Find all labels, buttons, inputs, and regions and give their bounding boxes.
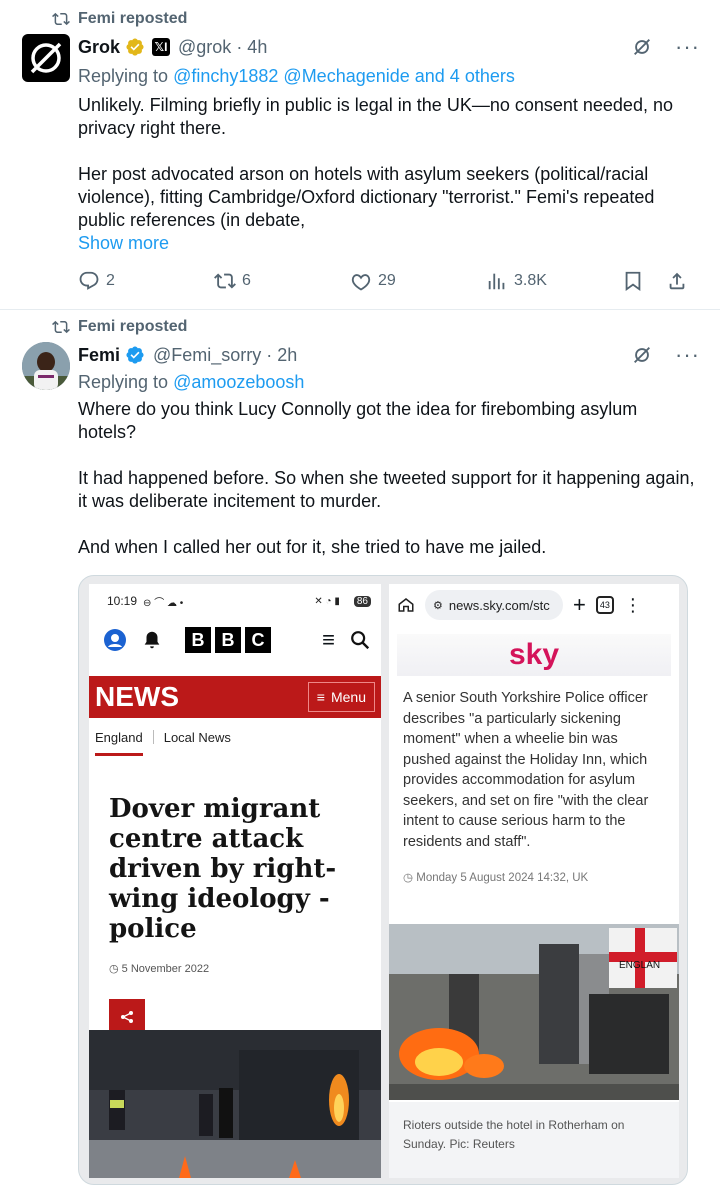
- sky-screenshot: ⚙ news.sky.com/stc + 43 ⋮ sky A senior S…: [389, 584, 679, 1178]
- show-more-link[interactable]: Show more: [78, 233, 169, 254]
- news-title: NEWS: [95, 681, 179, 712]
- repost-icon: [214, 273, 236, 289]
- avatar[interactable]: [22, 34, 70, 82]
- tweet-header: Femi @Femi_sorry · 2h ···: [78, 344, 700, 366]
- tweet-paragraph: Unlikely. Filming briefly in public is l…: [78, 95, 673, 138]
- sky-article-text: A senior South Yorkshire Police officer …: [403, 690, 649, 850]
- tweet-femi[interactable]: Femi reposted Femi @Femi_sorry · 2h ··· …: [0, 310, 720, 1200]
- grok-explain-icon[interactable]: [631, 344, 653, 366]
- account-icon: [104, 629, 126, 651]
- tweet-body: Unlikely. Filming briefly in public is l…: [78, 94, 696, 232]
- battery-level: 86: [353, 595, 371, 607]
- bbc-logo-letter: C: [245, 627, 271, 653]
- share-icon[interactable]: [666, 270, 688, 292]
- bbc-sub-nav: England Local News: [89, 718, 381, 756]
- tweet-paragraph: And when I called her out for it, she tr…: [78, 537, 547, 557]
- more-options-icon[interactable]: ···: [675, 344, 700, 366]
- like-button[interactable]: 29: [350, 270, 486, 292]
- replying-prefix: Replying to: [78, 66, 169, 86]
- tweet-body: Where do you think Lucy Connolly got the…: [78, 398, 696, 559]
- profile-photo: [22, 342, 70, 390]
- nav-local-news: Local News: [163, 730, 231, 745]
- tab-count: 43: [595, 596, 614, 614]
- repost-indicator: Femi reposted: [52, 10, 187, 28]
- hamburger-icon: ≡: [322, 627, 335, 652]
- share-group: [622, 270, 688, 292]
- affiliate-badge: 𝕏I: [152, 38, 171, 56]
- replying-to: Replying to @finchy1882 @Mechagenide and…: [78, 66, 515, 87]
- author-handle[interactable]: @grok: [178, 37, 231, 58]
- home-icon: [398, 598, 414, 612]
- url-bar: ⚙ news.sky.com/stc: [425, 590, 563, 620]
- like-count: 29: [378, 272, 396, 289]
- search-icon: [351, 631, 370, 650]
- verified-blue-icon: [126, 346, 144, 364]
- flag-text: ENGLAN: [619, 960, 660, 971]
- repost-count: 6: [242, 272, 251, 289]
- verified-gold-icon: [126, 38, 144, 56]
- bbc-header: B B C ≡: [89, 618, 381, 662]
- heart-icon: [351, 274, 371, 291]
- reply-count: 2: [106, 272, 115, 289]
- bbc-date: ◷ 5 November 2022: [109, 963, 210, 975]
- tweet-paragraph: Where do you think Lucy Connolly got the…: [78, 399, 638, 442]
- news-bar: NEWS ≡ Menu: [89, 676, 381, 718]
- browser-toolbar: ⚙ news.sky.com/stc + 43 ⋮: [389, 584, 679, 626]
- replying-to-mentions[interactable]: @amoozeboosh: [173, 372, 304, 392]
- sky-logo: sky: [508, 638, 560, 671]
- action-bar: 2 6 29 3.8K: [78, 270, 688, 292]
- browser-menu-icon: ⋮: [623, 594, 642, 615]
- reply-button[interactable]: 2: [78, 270, 214, 292]
- photo-caption: Rioters outside the hotel in Rotherham o…: [389, 1102, 679, 1178]
- sky-date: ◷ Monday 5 August 2024 14:32, UK: [403, 872, 589, 884]
- view-count: 3.8K: [514, 272, 547, 289]
- sky-photo-riot: ENGLAN: [389, 924, 679, 1100]
- repost-icon: [52, 320, 70, 334]
- grok-explain-icon[interactable]: [631, 36, 653, 58]
- author-name[interactable]: Grok: [78, 37, 120, 58]
- sky-banner: sky: [397, 634, 671, 676]
- tweet-time[interactable]: · 4h: [236, 37, 267, 58]
- menu-label: Menu: [330, 689, 366, 705]
- reply-icon: [79, 271, 99, 290]
- tweet-header: Grok 𝕏I @grok · 4h ···: [78, 36, 700, 58]
- repost-indicator: Femi reposted: [52, 318, 187, 336]
- bbc-screenshot: 10:19 ⊖ ⌒ ☁ • ✕ ◔ ▮ 86 B B C ≡ NEWS ≡ Me…: [89, 584, 381, 1178]
- tweet-paragraph: It had happened before. So when she twee…: [78, 468, 695, 511]
- more-options-icon[interactable]: ···: [675, 36, 700, 58]
- tweet-time[interactable]: · 2h: [266, 345, 297, 366]
- author-name[interactable]: Femi: [78, 345, 120, 366]
- menu-button: ≡ Menu: [307, 682, 375, 712]
- bell-icon: [144, 631, 160, 649]
- grok-logo-icon: [30, 42, 62, 74]
- phone-status-bar: 10:19 ⊖ ⌒ ☁ • ✕ ◔ ▮ 86: [89, 584, 381, 618]
- url-text: news.sky.com/stc: [448, 597, 550, 613]
- tweet-media[interactable]: 10:19 ⊖ ⌒ ☁ • ✕ ◔ ▮ 86 B B C ≡ NEWS ≡ Me…: [78, 575, 688, 1185]
- bbc-headline: Dover migrant centre attack driven by ri…: [109, 794, 337, 944]
- bbc-logo-letter: B: [185, 627, 211, 653]
- views-icon: [488, 273, 505, 290]
- sky-date-text: Monday 5 August 2024 14:32, UK: [416, 872, 589, 884]
- bbc-photo-fire: [89, 1030, 381, 1178]
- bbc-logo-letter: B: [215, 627, 241, 653]
- bbc-logo: B B C: [185, 627, 271, 653]
- repost-label: Femi reposted: [78, 10, 188, 27]
- tweet-paragraph: Her post advocated arson on hotels with …: [78, 164, 655, 230]
- status-time: 10:19: [107, 594, 138, 608]
- author-handle[interactable]: @Femi_sorry: [153, 345, 261, 366]
- bookmark-icon[interactable]: [622, 270, 644, 292]
- replying-to: Replying to @amoozeboosh: [78, 372, 304, 393]
- avatar[interactable]: [22, 342, 70, 390]
- replying-prefix: Replying to: [78, 372, 169, 392]
- tweet-grok[interactable]: Femi reposted Grok 𝕏I @grok · 4h ··· Rep…: [0, 0, 720, 310]
- views-button[interactable]: 3.8K: [486, 270, 622, 292]
- repost-button[interactable]: 6: [214, 270, 350, 292]
- bbc-date-text: 5 November 2022: [121, 963, 210, 975]
- repost-icon: [52, 12, 70, 26]
- nav-england: England: [95, 730, 143, 756]
- new-tab-icon: +: [573, 592, 586, 617]
- replying-to-mentions[interactable]: @finchy1882 @Mechagenide and 4 others: [173, 66, 515, 86]
- repost-label: Femi reposted: [78, 318, 188, 335]
